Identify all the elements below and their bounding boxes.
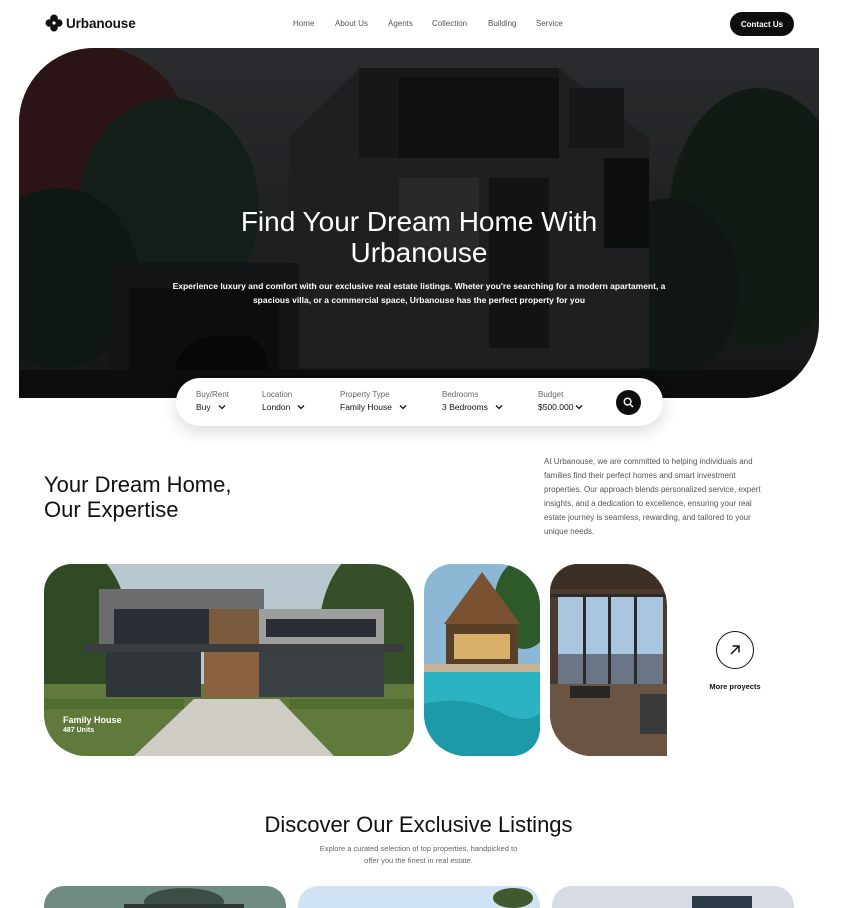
bedrooms-value: 3 Bedrooms [442, 402, 488, 412]
property-search-bar: Buy/Rent Buy Location London Property Ty… [176, 378, 663, 426]
more-projects-link[interactable]: More proyects [703, 631, 767, 691]
more-projects-label: More proyects [709, 682, 761, 691]
description-line: unique needs. [544, 527, 595, 536]
chevron-down-icon [575, 405, 583, 410]
hero-banner: Find Your Dream Home With Urbanouse Expe… [19, 48, 819, 398]
listings-subtitle-line-2: offer you the finest in real estate. [364, 855, 473, 865]
hero-subtitle-line-1: Experience luxury and comfort with our e… [172, 281, 666, 291]
hero-title: Find Your Dream Home With Urbanouse [19, 206, 819, 268]
description-line: estate journey is seamless, rewarding, a… [544, 513, 751, 522]
listing-image-2 [298, 886, 540, 908]
budget-select[interactable]: Budget $500.000 [538, 390, 584, 412]
brand-name: Urbanouse [66, 15, 136, 31]
clover-logo-icon [45, 14, 63, 32]
location-select[interactable]: Location London [262, 390, 306, 412]
listing-card-2[interactable] [298, 886, 540, 908]
listing-card-1[interactable] [44, 886, 286, 908]
listings-heading: Discover Our Exclusive Listings [264, 812, 573, 837]
search-icon [623, 397, 634, 408]
interior-image [550, 564, 667, 756]
nav-item-agents[interactable]: Agents [388, 19, 413, 28]
brand-logo[interactable]: Urbanouse [45, 14, 136, 32]
buy-rent-select[interactable]: Buy/Rent Buy [196, 390, 229, 412]
hero-subtitle-line-2: spacious villa, or a commercial space, U… [252, 294, 586, 305]
project-card-family-house[interactable]: Family House 487 Units [44, 564, 414, 756]
location-label: Location [262, 390, 293, 399]
budget-label: Budget [538, 390, 564, 399]
description-line: properties. Our approach blends personal… [544, 485, 761, 494]
project-card-interior[interactable] [550, 564, 667, 756]
resort-pool-image [424, 564, 540, 756]
expertise-heading-line-2: Our Expertise [44, 496, 179, 522]
chevron-down-icon [495, 405, 503, 410]
buy-rent-value: Buy [196, 402, 211, 412]
expertise-description: At Urbanouse, we are committed to helpin… [544, 455, 792, 539]
nav-item-collection[interactable]: Collection [432, 19, 467, 28]
hero-subtitle: Experience luxury and comfort with our e… [159, 280, 679, 307]
budget-value: $500.000 [538, 402, 574, 412]
expertise-heading-line-1: Your Dream Home, [44, 472, 232, 497]
arrow-up-right-icon [730, 645, 740, 655]
description-line: insights, and a dedication to excellence… [544, 499, 752, 508]
contact-us-button[interactable]: Contact Us [730, 12, 794, 36]
nav-item-building[interactable]: Building [488, 19, 516, 28]
bedrooms-select[interactable]: Bedrooms 3 Bedrooms [442, 390, 504, 412]
nav-item-about-us[interactable]: About Us [335, 19, 368, 28]
chevron-down-icon [297, 405, 305, 410]
listing-card-3[interactable] [552, 886, 794, 908]
listing-image-1 [44, 886, 286, 908]
location-value: London [262, 402, 291, 412]
description-line: families find their perfect homes and sm… [544, 471, 736, 480]
property-type-value: Family House [340, 402, 392, 412]
property-type-label: Property Type [340, 390, 390, 399]
bedrooms-label: Bedrooms [442, 390, 479, 399]
featured-project-name: Family House [63, 715, 122, 725]
nav-item-service[interactable]: Service [536, 19, 563, 28]
featured-project-units: 487 Units [63, 727, 95, 734]
description-line: At Urbanouse, we are committed to helpin… [544, 457, 753, 466]
listing-image-3 [552, 886, 794, 908]
featured-project-label: Family House 487 Units [63, 715, 122, 734]
nav-item-home[interactable]: Home [293, 19, 314, 28]
chevron-down-icon [218, 405, 226, 410]
expertise-heading: Your Dream Home, Our Expertise [44, 472, 232, 522]
more-projects-circle[interactable] [716, 631, 754, 669]
chevron-down-icon [399, 405, 407, 410]
project-card-resort[interactable] [424, 564, 540, 756]
listings-subtitle: Explore a curated selection of top prope… [300, 843, 537, 866]
buy-rent-label: Buy/Rent [196, 390, 229, 399]
hero-title-line-2: Urbanouse [350, 237, 488, 268]
property-type-select[interactable]: Property Type Family House [340, 390, 408, 412]
search-button[interactable] [616, 390, 641, 415]
listings-subtitle-line-1: Explore a curated selection of top prope… [319, 844, 518, 853]
hero-title-line-1: Find Your Dream Home With [240, 206, 598, 237]
